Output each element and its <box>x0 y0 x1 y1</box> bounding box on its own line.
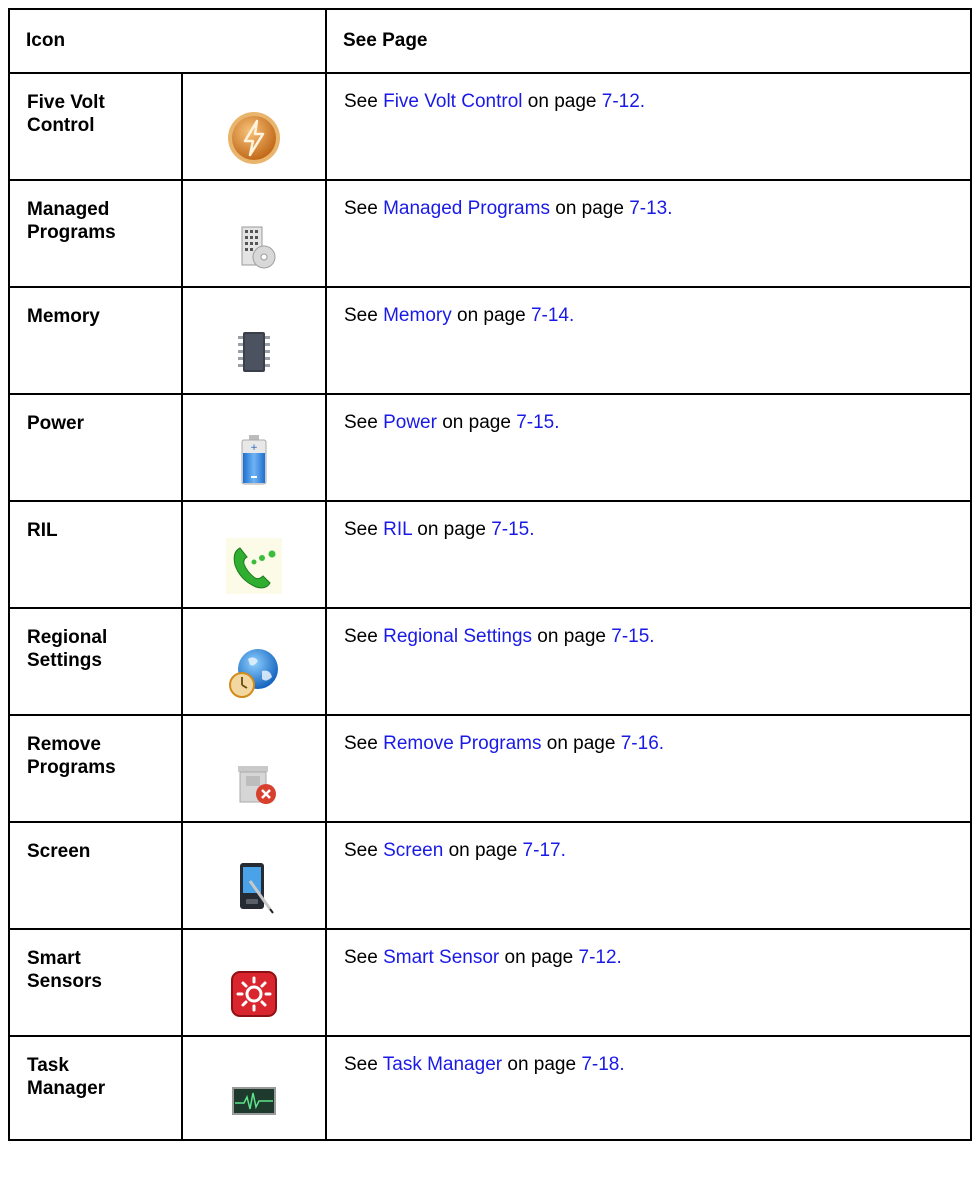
header-icon: Icon <box>8 8 327 74</box>
link-managed-programs[interactable]: Managed Programs <box>383 198 550 219</box>
svg-text:+: + <box>250 443 258 453</box>
lightning-icon <box>226 110 282 166</box>
icon-cell: + <box>181 393 327 502</box>
icon-cell <box>181 607 327 716</box>
icon-cell <box>181 1035 327 1141</box>
page-link[interactable]: 7-15. <box>516 412 559 433</box>
icon-cell <box>181 714 327 823</box>
table-row: Smart Sensors See Smart Sensor on page 7… <box>8 928 972 1037</box>
icon-cell <box>181 928 327 1037</box>
stylus-device-icon <box>226 859 282 915</box>
table-row: Memory See Memory on page 7-14. <box>8 286 972 395</box>
setting-name: Managed Programs <box>8 179 183 288</box>
page-link[interactable]: 7-15. <box>491 519 534 540</box>
setting-name: Five Volt Control <box>8 72 183 181</box>
table-row: Power + See Power on page 7-15. <box>8 393 972 502</box>
link-five-volt-control[interactable]: Five Volt Control <box>383 91 522 112</box>
setting-name: Task Manager <box>8 1035 183 1141</box>
see-page-cell: See Memory on page 7-14. <box>325 286 972 395</box>
see-page-cell: See Smart Sensor on page 7-12. <box>325 928 972 1037</box>
icon-cell <box>181 72 327 181</box>
setting-name: Screen <box>8 821 183 930</box>
link-memory[interactable]: Memory <box>383 305 452 326</box>
see-page-cell: See Five Volt Control on page 7-12. <box>325 72 972 181</box>
sensor-sun-icon <box>226 966 282 1022</box>
link-regional-settings[interactable]: Regional Settings <box>383 626 532 647</box>
see-page-cell: See RIL on page 7-15. <box>325 500 972 609</box>
icon-cell <box>181 286 327 395</box>
link-ril[interactable]: RIL <box>383 519 412 540</box>
link-screen[interactable]: Screen <box>383 840 443 861</box>
globe-clock-icon <box>226 645 282 701</box>
building-disc-icon <box>226 217 282 273</box>
page-link[interactable]: 7-13. <box>629 198 672 219</box>
table-row: Five Volt Control See Five Volt Control … <box>8 72 972 181</box>
header-see-page: See Page <box>325 8 972 74</box>
setting-name: RIL <box>8 500 183 609</box>
link-power[interactable]: Power <box>383 412 437 433</box>
link-remove-programs[interactable]: Remove Programs <box>383 733 541 754</box>
icon-reference-table: Icon See Page Five Volt Control See Five… <box>8 8 972 1141</box>
page-link[interactable]: 7-12. <box>602 91 645 112</box>
icon-cell <box>181 821 327 930</box>
heartbeat-monitor-icon <box>226 1073 282 1129</box>
table-header-row: Icon See Page <box>8 8 972 74</box>
see-page-cell: See Power on page 7-15. <box>325 393 972 502</box>
setting-name: Remove Programs <box>8 714 183 823</box>
setting-name: Smart Sensors <box>8 928 183 1037</box>
table-row: Regional Settings See Regional Settings … <box>8 607 972 716</box>
table-row: Task Manager See Task Manager on page 7-… <box>8 1035 972 1141</box>
icon-cell <box>181 179 327 288</box>
memory-chip-icon <box>226 324 282 380</box>
phone-icon <box>226 538 282 594</box>
page-link[interactable]: 7-14. <box>531 305 574 326</box>
link-task-manager[interactable]: Task Manager <box>383 1054 502 1075</box>
setting-name: Memory <box>8 286 183 395</box>
page-link[interactable]: 7-18. <box>581 1054 624 1075</box>
link-smart-sensor[interactable]: Smart Sensor <box>383 947 499 968</box>
see-page-cell: See Screen on page 7-17. <box>325 821 972 930</box>
battery-icon: + <box>226 431 282 487</box>
table-row: Managed Programs See Managed Programs on… <box>8 179 972 288</box>
page-link[interactable]: 7-17. <box>523 840 566 861</box>
table-row: Remove Programs See Remove Programs on p… <box>8 714 972 823</box>
page-link[interactable]: 7-16. <box>621 733 664 754</box>
setting-name: Power <box>8 393 183 502</box>
remove-programs-icon <box>226 752 282 808</box>
table-row: Screen See Screen on page 7-17. <box>8 821 972 930</box>
see-page-cell: See Regional Settings on page 7-15. <box>325 607 972 716</box>
see-page-cell: See Managed Programs on page 7-13. <box>325 179 972 288</box>
icon-cell <box>181 500 327 609</box>
page-link[interactable]: 7-15. <box>611 626 654 647</box>
see-page-cell: See Task Manager on page 7-18. <box>325 1035 972 1141</box>
see-page-cell: See Remove Programs on page 7-16. <box>325 714 972 823</box>
table-row: RIL See RIL on page 7-15. <box>8 500 972 609</box>
page-link[interactable]: 7-12. <box>579 947 622 968</box>
setting-name: Regional Settings <box>8 607 183 716</box>
